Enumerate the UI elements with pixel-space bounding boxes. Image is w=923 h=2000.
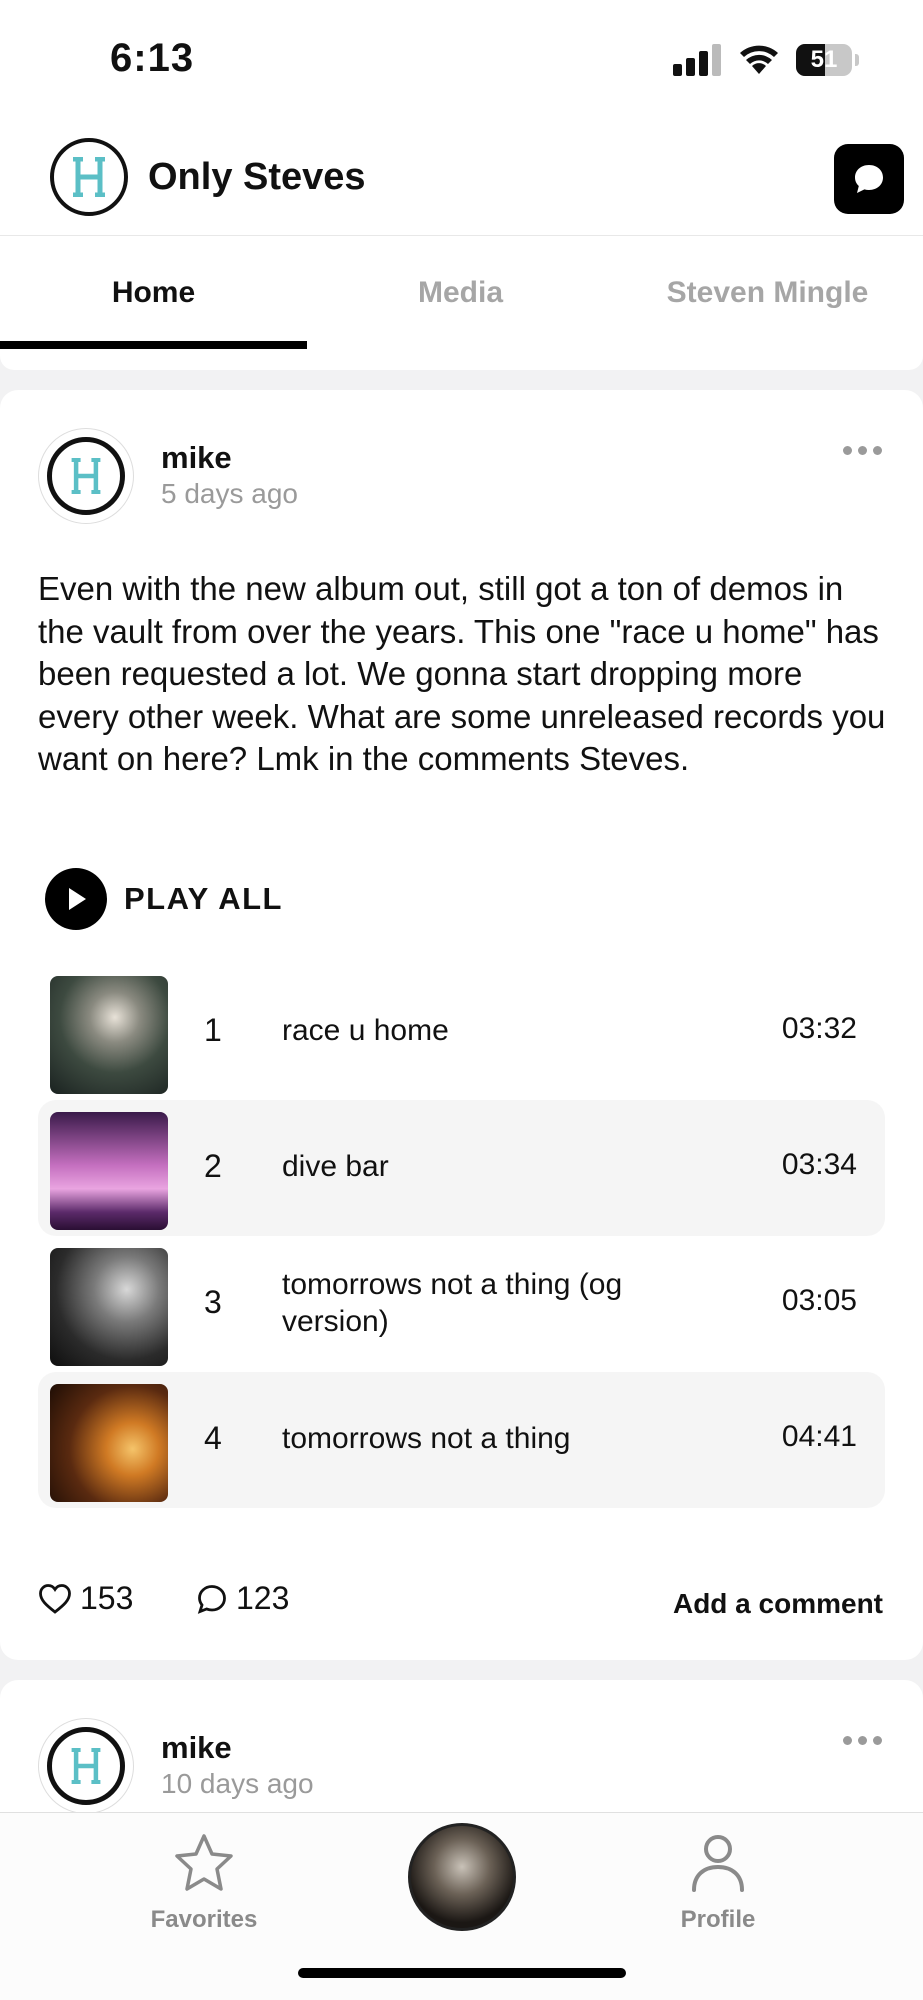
artist-avatar-button[interactable] [408, 1823, 516, 1931]
track-artwork [50, 1384, 168, 1502]
track-title: tomorrows not a thing (og version) [282, 1268, 623, 1338]
add-comment-link[interactable]: Add a comment [673, 1588, 883, 1620]
logo-icon [71, 458, 101, 494]
track-number: 1 [204, 1012, 222, 1048]
post-actions: 153 123 Add a comment [38, 1580, 885, 1630]
comment-count: 123 [236, 1580, 290, 1616]
battery-icon: 51 [796, 44, 852, 76]
comment-button[interactable]: 123 [196, 1580, 289, 1617]
tab-home[interactable]: Home [0, 276, 307, 310]
wifi-icon [740, 45, 778, 74]
track-artwork [50, 976, 168, 1094]
track-duration: 03:34 [781, 1148, 857, 1181]
app-header: Only Steves [0, 120, 923, 236]
nav-favorites[interactable]: Favorites [124, 1833, 284, 1934]
more-options-icon[interactable] [843, 1736, 882, 1745]
track-title: dive bar [282, 1150, 389, 1183]
post-time: 5 days ago [161, 478, 298, 509]
track-artwork [50, 1112, 168, 1230]
track-duration: 04:41 [781, 1420, 857, 1453]
track-duration: 03:32 [781, 1012, 857, 1045]
cellular-signal-icon [673, 44, 721, 76]
track-row[interactable]: 2 dive bar 03:34 [38, 1100, 885, 1236]
app-title: Only Steves [148, 156, 366, 198]
active-tab-indicator [0, 341, 307, 349]
play-icon [45, 868, 107, 930]
post-card: mike 10 days ago [0, 1680, 923, 1820]
track-number: 4 [204, 1420, 222, 1456]
home-indicator [298, 1968, 626, 1978]
track-duration: 03:05 [781, 1284, 857, 1317]
track-number: 3 [204, 1284, 222, 1320]
battery-level: 51 [810, 46, 838, 73]
play-all-button[interactable]: PLAY ALL [45, 868, 283, 930]
chat-bubble-icon [855, 165, 883, 193]
like-button[interactable]: 153 [38, 1580, 133, 1617]
nav-favorites-label: Favorites [150, 1906, 258, 1933]
nav-profile-label: Profile [680, 1906, 756, 1933]
star-icon [175, 1834, 233, 1891]
post-time: 10 days ago [161, 1768, 314, 1799]
track-title: tomorrows not a thing [282, 1422, 571, 1455]
logo-icon [73, 157, 105, 197]
nav-profile[interactable]: Profile [638, 1833, 798, 1934]
post-author[interactable]: mike [161, 440, 232, 476]
track-row[interactable]: 1 race u home 03:32 [38, 964, 885, 1100]
track-artwork [50, 1248, 168, 1366]
play-all-label: PLAY ALL [124, 881, 283, 916]
track-title: race u home [282, 1014, 449, 1047]
tab-media[interactable]: Media [307, 276, 614, 310]
track-number: 2 [204, 1148, 222, 1184]
tab-steven-mingle[interactable]: Steven Mingle [614, 276, 921, 310]
author-avatar[interactable] [38, 1718, 134, 1814]
post-card: mike 5 days ago Even with the new album … [0, 390, 923, 1660]
logo-icon [71, 1748, 101, 1784]
tab-bar: Home Media Steven Mingle [0, 236, 923, 370]
heart-icon [39, 1583, 71, 1614]
post-author[interactable]: mike [161, 1730, 232, 1766]
status-time: 6:13 [110, 36, 195, 80]
more-options-icon[interactable] [843, 446, 882, 455]
track-row[interactable]: 3 tomorrows not a thing (og version) 03:… [38, 1236, 885, 1372]
post-text: Even with the new album out, still got a… [38, 570, 886, 777]
status-bar: 6:13 51 [0, 0, 923, 120]
chat-button[interactable] [834, 144, 904, 214]
person-icon [692, 1835, 744, 1892]
app-logo [50, 138, 128, 216]
track-row[interactable]: 4 tomorrows not a thing 04:41 [38, 1372, 885, 1508]
author-avatar[interactable] [38, 428, 134, 524]
comment-icon [197, 1584, 226, 1614]
like-count: 153 [80, 1580, 134, 1616]
